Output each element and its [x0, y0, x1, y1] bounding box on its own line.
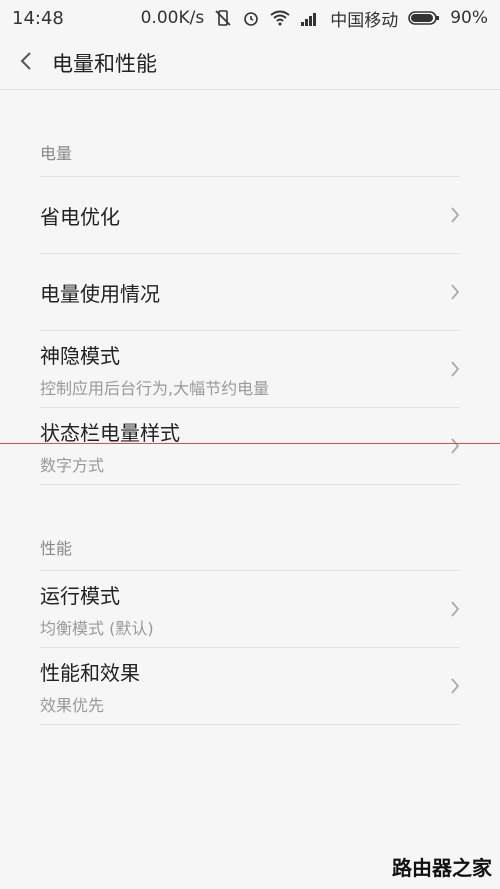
watermark: 路由器之家 [392, 856, 492, 880]
list-item-battery-style[interactable]: 状态栏电量样式 数字方式 [40, 408, 460, 485]
item-subtitle: 均衡模式 (默认) [40, 618, 154, 638]
item-subtitle: 控制应用后台行为,大幅节约电量 [40, 378, 270, 398]
list-item-run-mode[interactable]: 运行模式 均衡模式 (默认) [40, 571, 460, 648]
list-item-stealth-mode[interactable]: 神隐模式 控制应用后台行为,大幅节约电量 [40, 331, 460, 408]
item-subtitle: 数字方式 [40, 455, 105, 475]
back-button[interactable] [0, 36, 52, 90]
carrier-name: 中国移动 [330, 10, 399, 31]
alarm-icon [242, 9, 260, 27]
battery-percent: 90% [450, 8, 488, 28]
item-title: 状态栏电量样式 [40, 420, 180, 445]
status-bar: 14:48 0.00K/s 中国移动 90% [0, 0, 500, 36]
status-time: 14:48 [12, 7, 64, 29]
action-bar: 电量和性能 [0, 36, 500, 90]
chevron-right-icon [450, 206, 460, 228]
page-title: 电量和性能 [52, 51, 157, 76]
section-header-power: 电量 [40, 144, 73, 163]
signal-icon [300, 10, 320, 26]
list-item-battery-usage[interactable]: 电量使用情况 [40, 254, 460, 331]
vibrate-off-icon [214, 9, 232, 27]
item-subtitle: 效果优先 [40, 695, 105, 715]
annotation-line [0, 443, 500, 444]
item-title: 神隐模式 [40, 343, 120, 368]
status-right: 0.00K/s 中国移动 90% [141, 6, 488, 31]
chevron-right-icon [450, 677, 460, 699]
chevron-right-icon [450, 437, 460, 459]
chevron-right-icon [450, 360, 460, 382]
chevron-right-icon [450, 283, 460, 305]
item-title: 运行模式 [40, 583, 120, 608]
chevron-left-icon [20, 51, 32, 75]
list-item-performance-effects[interactable]: 性能和效果 效果优先 [40, 648, 460, 725]
item-title: 性能和效果 [40, 660, 140, 685]
wifi-icon [270, 10, 290, 26]
section-header-performance: 性能 [40, 539, 73, 558]
network-speed: 0.00K/s [140, 8, 205, 28]
battery-icon [408, 10, 440, 26]
chevron-right-icon [450, 600, 460, 622]
list-item-power-optimization[interactable]: 省电优化 [40, 177, 460, 254]
item-title: 省电优化 [40, 204, 120, 229]
item-title: 电量使用情况 [40, 281, 160, 306]
